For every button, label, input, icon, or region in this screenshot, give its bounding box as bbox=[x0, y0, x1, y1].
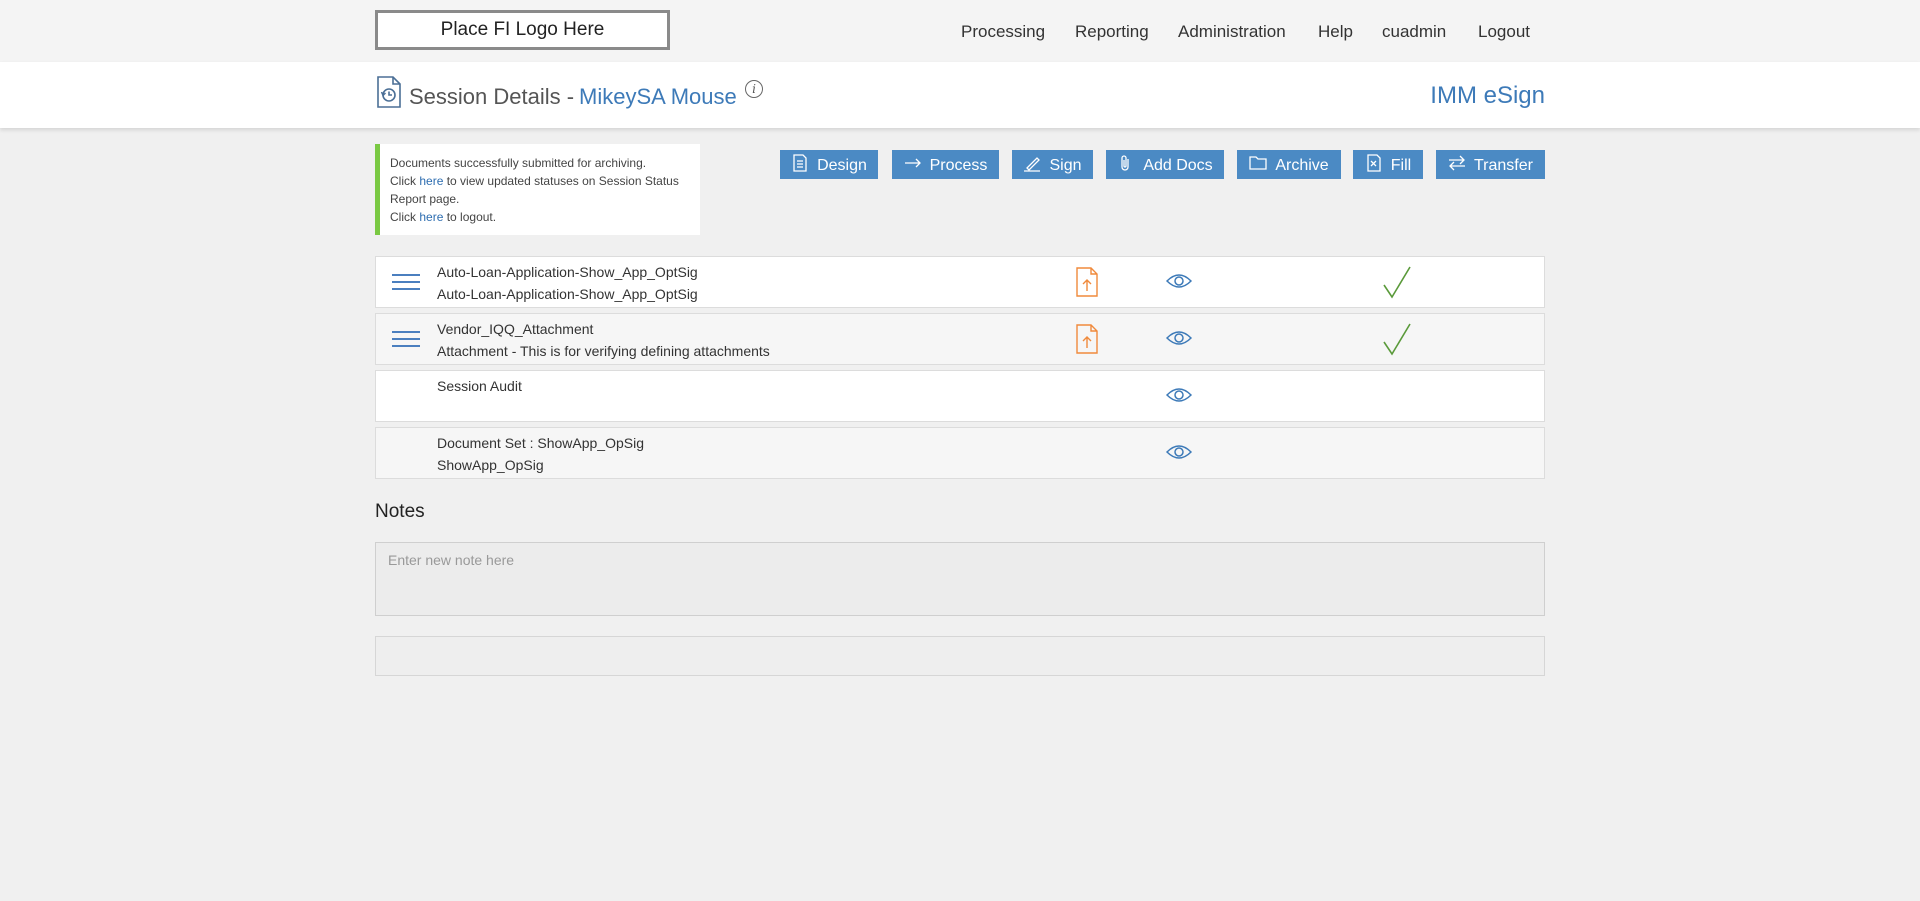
success-message: Documents successfully submitted for arc… bbox=[375, 144, 700, 235]
document-row: Auto-Loan-Application-Show_App_OptSig Au… bbox=[375, 256, 1545, 308]
nav-reporting[interactable]: Reporting bbox=[1075, 22, 1149, 42]
session-history-icon bbox=[377, 76, 401, 108]
status-report-link[interactable]: here bbox=[419, 174, 443, 188]
view-eye-icon[interactable] bbox=[1166, 328, 1192, 348]
document-name: Session Audit bbox=[437, 378, 522, 394]
new-note-input[interactable] bbox=[375, 542, 1545, 616]
message-text: Click bbox=[390, 210, 420, 224]
document-name: Auto-Loan-Application-Show_App_OptSig bbox=[437, 264, 698, 280]
archive-button[interactable]: Archive bbox=[1237, 150, 1341, 179]
nav-administration[interactable]: Administration bbox=[1178, 22, 1286, 42]
transfer-button[interactable]: Transfer bbox=[1436, 150, 1545, 179]
fill-form-icon bbox=[1367, 154, 1381, 172]
document-name: Vendor_IQQ_Attachment bbox=[437, 321, 594, 337]
fi-logo-placeholder: Place FI Logo Here bbox=[375, 10, 670, 50]
check-icon bbox=[1383, 266, 1411, 299]
document-description: Auto-Loan-Application-Show_App_OptSig bbox=[437, 286, 698, 302]
logout-link[interactable]: here bbox=[419, 210, 443, 224]
view-eye-icon[interactable] bbox=[1166, 442, 1192, 462]
nav-processing[interactable]: Processing bbox=[961, 22, 1045, 42]
archive-label: Archive bbox=[1275, 157, 1329, 174]
view-eye-icon[interactable] bbox=[1166, 385, 1192, 405]
pen-icon bbox=[1024, 157, 1041, 172]
view-eye-icon[interactable] bbox=[1166, 271, 1192, 291]
document-description: ShowApp_OpSig bbox=[437, 457, 544, 473]
sign-label: Sign bbox=[1049, 157, 1082, 174]
notes-list-panel bbox=[375, 636, 1545, 676]
add-docs-label: Add Docs bbox=[1143, 157, 1213, 174]
nav-logout[interactable]: Logout bbox=[1478, 22, 1530, 42]
top-navigation-bar: Place FI Logo Here Processing Reporting … bbox=[0, 0, 1920, 62]
document-row: Document Set : ShowApp_OpSig ShowApp_OpS… bbox=[375, 427, 1545, 479]
message-text: Click bbox=[390, 174, 420, 188]
upload-document-icon[interactable] bbox=[1075, 324, 1099, 354]
drag-handle-icon[interactable] bbox=[392, 331, 420, 349]
design-button[interactable]: Design bbox=[780, 150, 878, 179]
document-row: Vendor_IQQ_Attachment Attachment - This … bbox=[375, 313, 1545, 365]
page-header: Session Details - MikeySA Mouse i IMM eS… bbox=[0, 62, 1920, 128]
fill-button[interactable]: Fill bbox=[1353, 150, 1423, 179]
design-label: Design bbox=[817, 157, 867, 174]
process-button[interactable]: Process bbox=[892, 150, 999, 179]
message-text: to logout. bbox=[443, 210, 497, 224]
message-line-1: Documents successfully submitted for arc… bbox=[390, 156, 647, 170]
document-name: Document Set : ShowApp_OpSig bbox=[437, 435, 645, 451]
arrow-right-icon bbox=[904, 158, 921, 168]
check-icon bbox=[1383, 323, 1411, 356]
folder-icon bbox=[1249, 156, 1267, 170]
transfer-icon bbox=[1449, 155, 1465, 171]
transfer-label: Transfer bbox=[1474, 157, 1533, 174]
document-row: Session Audit bbox=[375, 370, 1545, 422]
message-line-3: Click here to logout. bbox=[390, 208, 690, 226]
brand-title: IMM eSign bbox=[1430, 82, 1545, 109]
nav-help[interactable]: Help bbox=[1318, 22, 1353, 42]
fill-label: Fill bbox=[1390, 157, 1412, 174]
drag-handle-icon[interactable] bbox=[392, 274, 420, 292]
process-label: Process bbox=[929, 157, 988, 174]
message-line-2: Click here to view updated statuses on S… bbox=[390, 172, 690, 208]
customer-name-link[interactable]: MikeySA Mouse bbox=[579, 84, 737, 110]
upload-document-icon[interactable] bbox=[1075, 267, 1099, 297]
sign-button[interactable]: Sign bbox=[1012, 150, 1093, 179]
design-icon bbox=[793, 154, 807, 172]
add-docs-button[interactable]: Add Docs bbox=[1106, 150, 1224, 179]
info-icon[interactable]: i bbox=[745, 80, 763, 98]
notes-heading: Notes bbox=[375, 501, 425, 522]
paperclip-icon bbox=[1121, 155, 1129, 171]
nav-user[interactable]: cuadmin bbox=[1382, 22, 1446, 42]
document-description: Attachment - This is for verifying defin… bbox=[437, 343, 770, 359]
page-title: Session Details - bbox=[409, 84, 575, 109]
